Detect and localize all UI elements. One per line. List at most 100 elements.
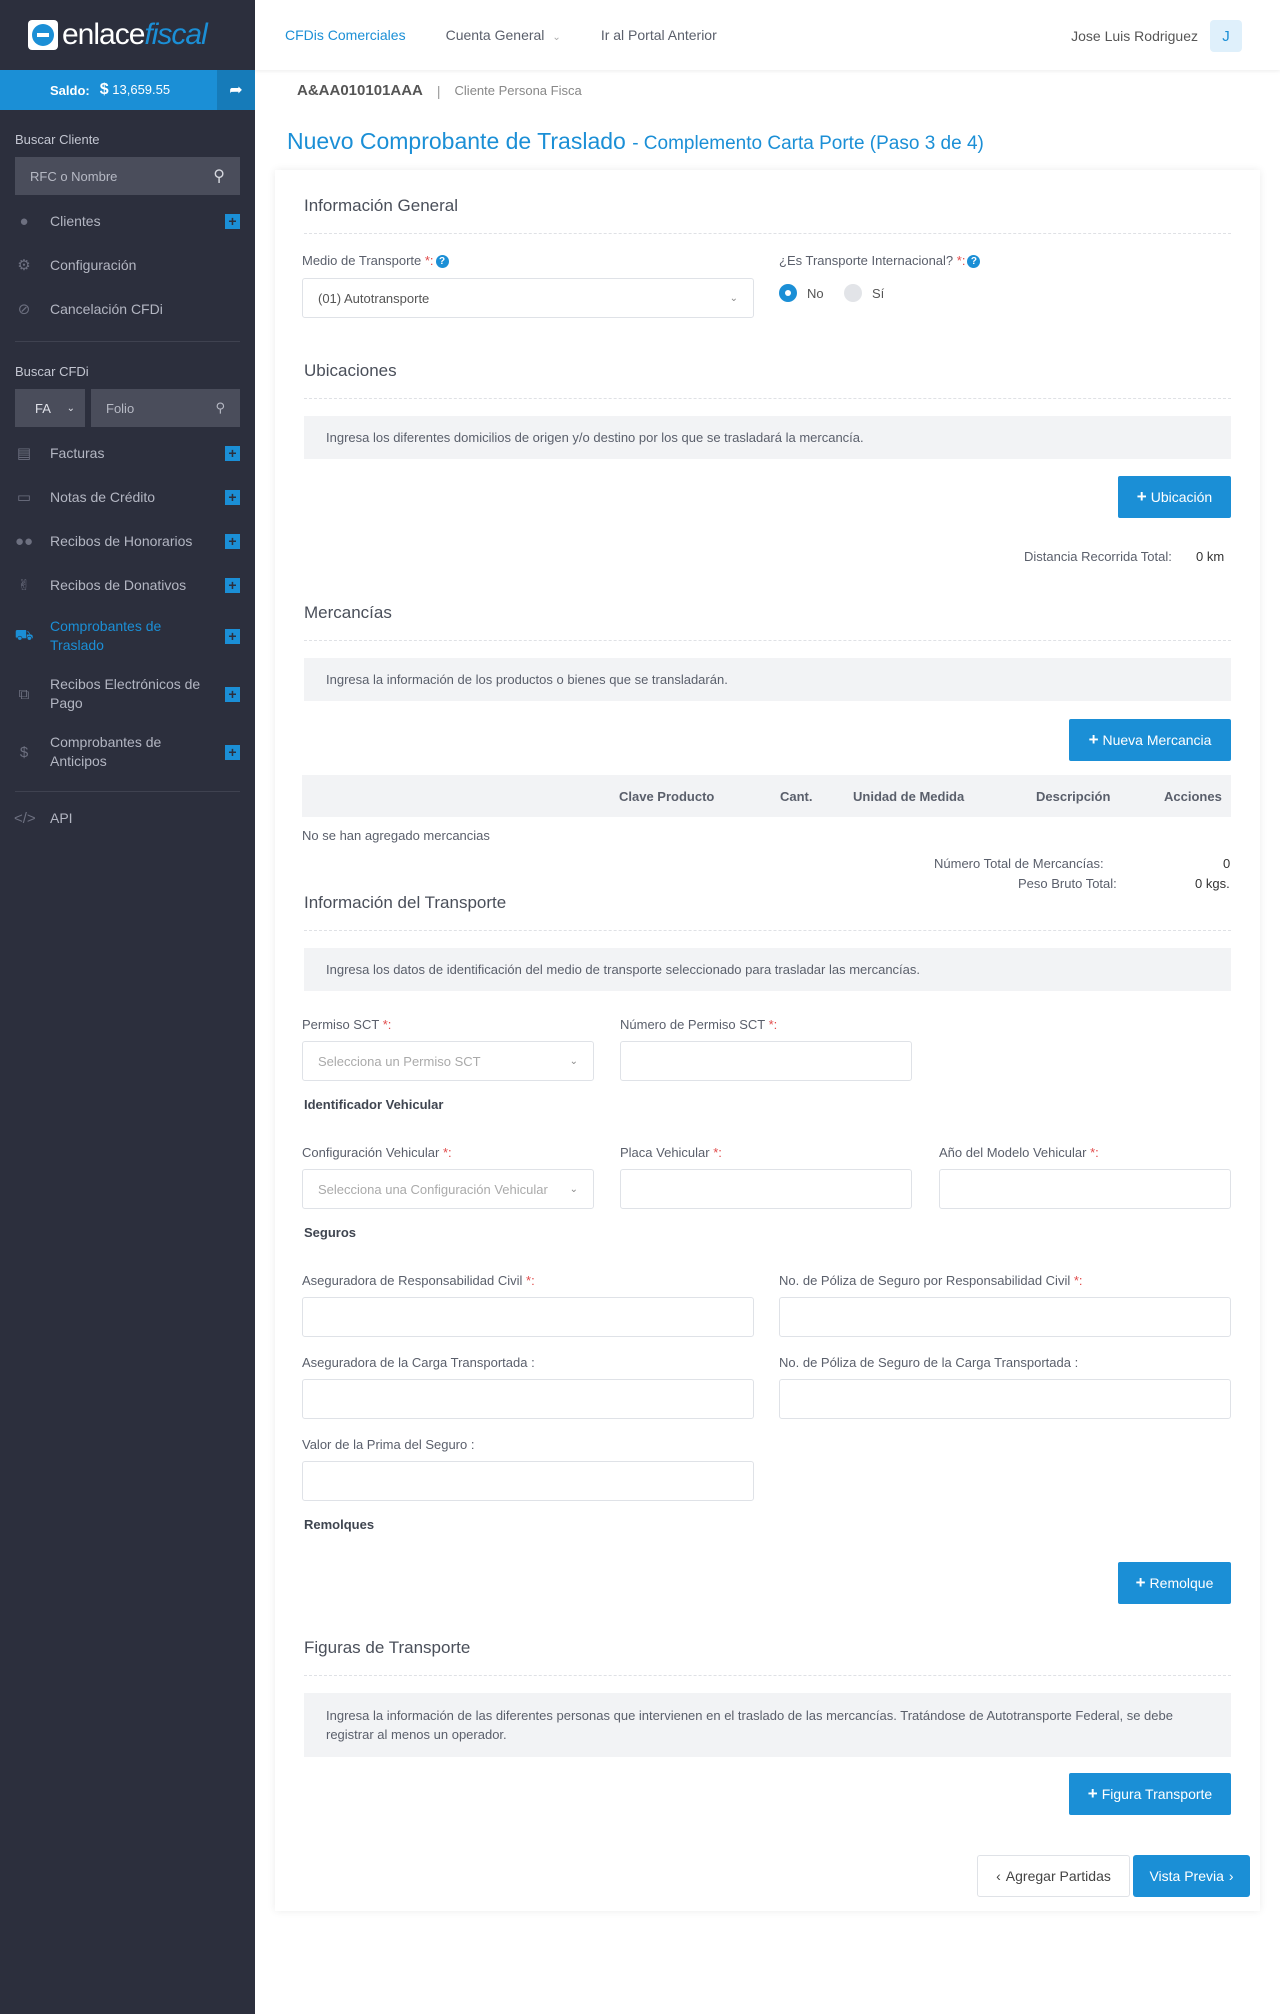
radio-no[interactable]: No xyxy=(779,284,824,302)
top-navbar: CFDis Comerciales Cuenta General ⌄ Ir al … xyxy=(255,0,1280,70)
nav-cuenta-general[interactable]: Cuenta General ⌄ xyxy=(446,27,561,43)
sidebar-item-honorarios[interactable]: ●● Recibos de Honorarios + xyxy=(0,519,255,563)
section-divider xyxy=(304,930,1231,931)
medio-transporte-select[interactable]: (01) Autotransporte ⌄ xyxy=(302,278,754,318)
anio-modelo-input[interactable] xyxy=(939,1169,1231,1209)
sidebar-item-clientes[interactable]: ● Clientes + xyxy=(0,199,255,243)
separator: | xyxy=(436,82,441,99)
sidebar-item-label: Recibos de Honorarios xyxy=(50,533,193,549)
radio-dot-checked[interactable] xyxy=(779,284,797,302)
nav-cuenta-general-label: Cuenta General xyxy=(445,27,545,43)
avatar[interactable]: J xyxy=(1210,20,1242,52)
chevron-down-icon: ⌄ xyxy=(569,1183,578,1195)
required-mark: *: xyxy=(424,253,434,268)
aseguradora-civil-input[interactable] xyxy=(302,1297,754,1337)
anio-modelo-label-text: Año del Modelo Vehicular xyxy=(939,1145,1087,1160)
sidebar-item-anticipos[interactable]: $ Comprobantes de Anticipos + xyxy=(0,723,255,781)
radio-dot-unchecked[interactable] xyxy=(844,284,862,302)
total-mercancias-value: 0 xyxy=(1223,856,1231,871)
add-icon[interactable]: + xyxy=(225,213,240,229)
numero-permiso-input[interactable] xyxy=(620,1041,912,1081)
peso-bruto-label: Peso Bruto Total: xyxy=(1018,876,1117,891)
sidebar-item-traslado[interactable]: ⛟ Comprobantes de Traslado + xyxy=(0,607,255,665)
buscar-cliente-heading: Buscar Cliente xyxy=(15,132,100,147)
add-icon[interactable]: + xyxy=(225,686,240,702)
column-header: Clave Producto xyxy=(619,788,715,804)
sidebar-item-api[interactable]: </> API xyxy=(0,796,255,840)
medio-transporte-value: (01) Autotransporte xyxy=(318,290,430,306)
section-title-transporte: Información del Transporte xyxy=(304,893,507,912)
distancia-value: 0 km xyxy=(1196,549,1225,564)
help-icon[interactable]: ? xyxy=(967,255,981,269)
permiso-sct-select[interactable]: Selecciona un Permiso SCT ⌄ xyxy=(302,1041,594,1081)
sidebar-item-facturas[interactable]: ▤ Facturas + xyxy=(0,431,255,475)
poliza-civil-input[interactable] xyxy=(779,1297,1231,1337)
vista-previa-button[interactable]: Vista Previa › xyxy=(1133,1855,1250,1897)
add-ubicacion-button[interactable]: + Ubicación xyxy=(1118,476,1231,518)
poliza-civil-label-text: No. de Póliza de Seguro por Responsabili… xyxy=(779,1273,1071,1288)
placa-vehicular-input[interactable] xyxy=(620,1169,912,1209)
ubicaciones-info: Ingresa los diferentes domicilios de ori… xyxy=(304,416,1231,459)
add-remolque-label: Remolque xyxy=(1149,1575,1214,1591)
add-icon[interactable]: + xyxy=(225,533,240,549)
nav-portal-anterior[interactable]: Ir al Portal Anterior xyxy=(601,27,717,43)
poliza-carga-input[interactable] xyxy=(779,1379,1231,1419)
folio-placeholder: Folio xyxy=(106,400,135,416)
section-title-ubicaciones: Ubicaciones xyxy=(304,361,397,380)
logo[interactable]: enlacefiscal xyxy=(0,0,255,70)
column-header: Cant. xyxy=(780,788,813,804)
page-title-text: Nuevo Comprobante de Traslado xyxy=(287,128,626,154)
sidebar-item-label: Cancelación CFDi xyxy=(50,301,163,317)
add-figura-button[interactable]: + Figura Transporte xyxy=(1069,1773,1231,1815)
nav-cfdis-comerciales[interactable]: CFDis Comerciales xyxy=(285,27,406,43)
search-icon[interactable]: ⚲ xyxy=(215,400,225,416)
add-ubicacion-label: Ubicación xyxy=(1150,489,1213,505)
add-mercancia-button[interactable]: + Nueva Mercancia xyxy=(1069,719,1231,761)
client-rfc: A&AA010101AAA xyxy=(297,82,423,99)
permiso-sct-label-text: Permiso SCT xyxy=(302,1017,380,1032)
saldo-bar: Saldo: $ 13,659.55 ➦ xyxy=(0,70,255,110)
cfdi-search: FA ⌄ Folio ⚲ xyxy=(15,389,240,427)
add-remolque-button[interactable]: + Remolque xyxy=(1118,1562,1231,1604)
section-title-general: Información General xyxy=(304,196,459,215)
share-arrow-icon[interactable]: ➦ xyxy=(217,70,255,110)
cfdi-series-select[interactable]: FA ⌄ xyxy=(15,389,85,427)
sidebar-item-donativos[interactable]: ✌ Recibos de Donativos + xyxy=(0,563,255,607)
required-mark: *: xyxy=(713,1145,722,1160)
prima-seguro-label: Valor de la Prima del Seguro : xyxy=(302,1437,475,1452)
folio-search-input[interactable]: Folio ⚲ xyxy=(91,389,240,427)
plus-icon: + xyxy=(1135,1573,1146,1592)
config-vehicular-placeholder: Selecciona una Configuración Vehicular xyxy=(318,1181,548,1197)
back-button[interactable]: ‹ Agregar Partidas xyxy=(977,1855,1130,1897)
sidebar-item-cancelacion[interactable]: ⊘ Cancelación CFDi xyxy=(0,287,255,331)
cfdi-series-value: FA xyxy=(35,400,51,416)
sidebar-divider xyxy=(15,791,240,792)
add-icon[interactable]: + xyxy=(225,744,240,760)
radio-si[interactable]: Sí xyxy=(844,284,884,302)
chevron-down-icon: ⌄ xyxy=(729,292,738,304)
search-icon[interactable]: ⚲ xyxy=(213,166,225,186)
add-icon[interactable]: + xyxy=(225,577,240,593)
section-title-mercancias: Mercancías xyxy=(304,603,392,622)
ban-icon: ⊘ xyxy=(17,301,31,318)
user-menu[interactable]: Jose Luis Rodriguez J xyxy=(1071,20,1242,52)
seguros-heading: Seguros xyxy=(304,1225,357,1240)
help-icon[interactable]: ? xyxy=(435,255,449,269)
config-vehicular-select[interactable]: Selecciona una Configuración Vehicular ⌄ xyxy=(302,1169,594,1209)
prima-seguro-input[interactable] xyxy=(302,1461,754,1501)
saldo-amount: 13,659.55 xyxy=(112,82,171,97)
document-icon: ▤ xyxy=(16,445,32,462)
sidebar-item-configuracion[interactable]: ⚙ Configuración xyxy=(0,243,255,287)
logo-text-fiscal: fiscal xyxy=(144,18,207,51)
add-icon[interactable]: + xyxy=(225,445,240,461)
aseguradora-carga-input[interactable] xyxy=(302,1379,754,1419)
sidebar-item-notas-credito[interactable]: ▭ Notas de Crédito + xyxy=(0,475,255,519)
chevron-down-icon: ⌄ xyxy=(552,32,561,43)
sidebar-item-pago[interactable]: ⧉ Recibos Electrónicos de Pago + xyxy=(0,665,255,723)
gear-icon: ⚙ xyxy=(17,257,31,274)
add-icon[interactable]: + xyxy=(225,489,240,505)
add-icon[interactable]: + xyxy=(225,628,240,644)
figuras-info: Ingresa la información de las diferentes… xyxy=(304,1693,1231,1757)
add-figura-label: Figura Transporte xyxy=(1101,1786,1213,1802)
client-search-input[interactable]: RFC o Nombre ⚲ xyxy=(15,157,240,195)
